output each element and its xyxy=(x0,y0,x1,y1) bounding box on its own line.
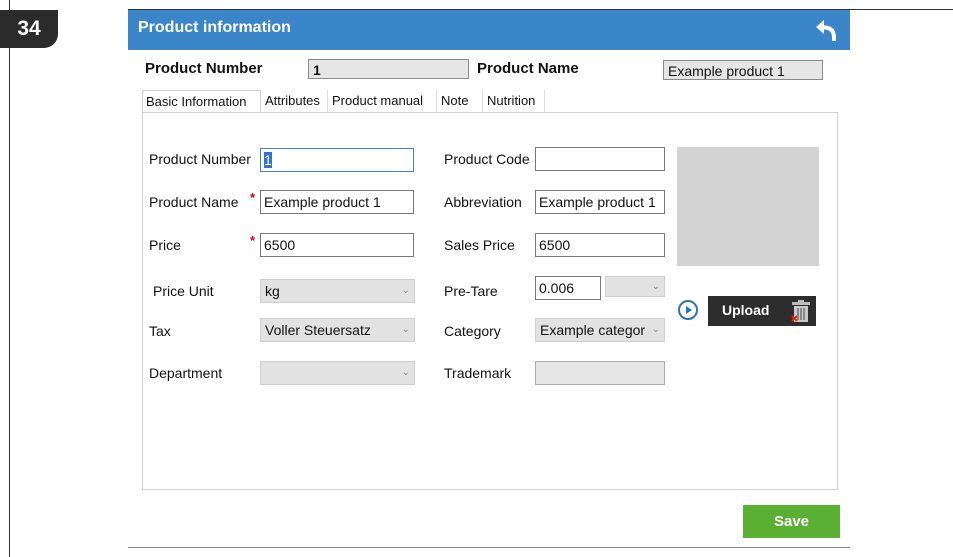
department-label: Department xyxy=(149,365,223,381)
abbreviation-label: Abbreviation xyxy=(444,194,522,210)
save-button[interactable]: Save xyxy=(743,505,840,538)
required-mark: * xyxy=(250,233,256,248)
product-number-header-field: 1 xyxy=(308,59,469,79)
sales-price-input[interactable]: 6500 xyxy=(535,233,665,257)
product-number-label: Product Number xyxy=(149,151,251,167)
product-code-input[interactable] xyxy=(535,147,665,171)
price-unit-label: Price Unit xyxy=(153,283,214,299)
sales-price-label: Sales Price xyxy=(444,237,515,253)
chevron-down-icon: ⌄ xyxy=(651,324,660,335)
back-arrow-icon[interactable] xyxy=(812,16,840,44)
pre-tare-input[interactable]: 0.006 xyxy=(535,276,601,300)
product-name-input[interactable]: Example product 1 xyxy=(260,190,414,214)
product-image-placeholder[interactable] xyxy=(677,147,819,266)
abbreviation-input[interactable]: Example product 1 xyxy=(535,190,665,214)
chevron-down-icon: ⌄ xyxy=(401,285,410,296)
product-name-header-field: Example product 1 xyxy=(663,60,823,80)
product-number-header-label: Product Number xyxy=(145,60,263,77)
window-titlebar: Product information xyxy=(128,10,850,50)
department-select[interactable]: ⌄ xyxy=(260,361,415,385)
upload-button[interactable]: Upload xyxy=(708,296,816,326)
category-label: Category xyxy=(444,323,501,339)
page-number-badge: 34 xyxy=(0,10,58,48)
tab-basic-information[interactable]: Basic Information xyxy=(142,90,261,112)
tax-label: Tax xyxy=(149,323,171,339)
trash-icon[interactable] xyxy=(790,299,812,323)
pre-tare-label: Pre-Tare xyxy=(444,283,498,299)
chevron-down-icon: ⌄ xyxy=(401,367,410,378)
chevron-down-icon: ⌄ xyxy=(401,324,410,335)
tab-attributes[interactable]: Attributes xyxy=(262,90,328,112)
window-title: Product information xyxy=(138,19,291,36)
tax-select[interactable]: Voller Steuersatz ⌄ xyxy=(260,318,415,342)
tab-product-manual[interactable]: Product manual xyxy=(329,90,437,112)
product-name-label: Product Name xyxy=(149,194,239,210)
tab-note[interactable]: Note xyxy=(438,90,483,112)
price-label: Price xyxy=(149,237,181,253)
trademark-field[interactable] xyxy=(535,361,665,385)
page-border-line xyxy=(9,0,10,557)
price-input[interactable]: 6500 xyxy=(260,233,414,257)
page-bottom-line xyxy=(128,547,850,548)
upload-button-label: Upload xyxy=(722,302,770,318)
pre-tare-unit-select[interactable]: ⌄ xyxy=(605,276,665,297)
product-number-input[interactable]: 1 xyxy=(260,148,414,172)
product-name-header-label: Product Name xyxy=(477,60,579,77)
price-unit-select[interactable]: kg ⌄ xyxy=(260,279,415,303)
chevron-down-icon: ⌄ xyxy=(651,281,660,292)
trademark-label: Trademark xyxy=(444,365,512,381)
play-icon[interactable] xyxy=(678,300,698,320)
required-mark: * xyxy=(250,190,256,205)
category-select[interactable]: Example categor ⌄ xyxy=(535,318,665,342)
product-code-label: Product Code xyxy=(444,151,530,167)
tab-nutrition[interactable]: Nutrition xyxy=(484,90,545,112)
